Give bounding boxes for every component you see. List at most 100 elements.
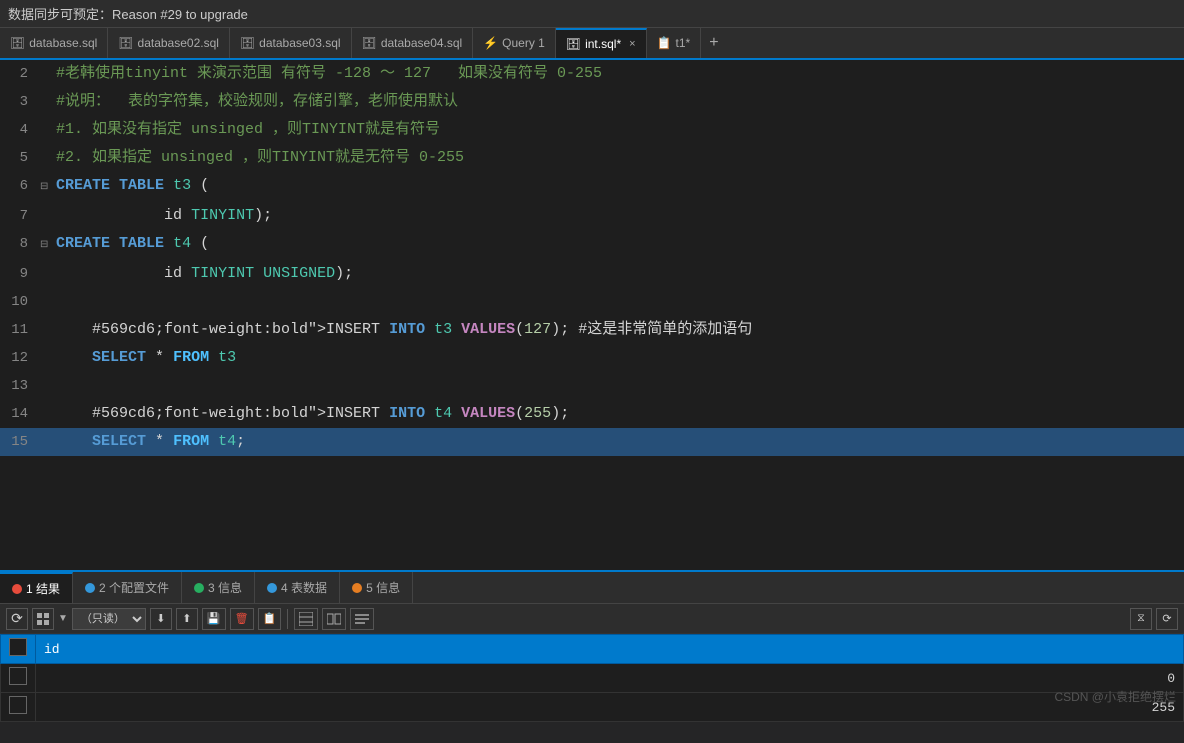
title-bar: 数据同步可预定：Reason #29 to upgrade [0, 0, 1184, 28]
result-tab-label: 3 信息 [208, 579, 242, 596]
result-tab-dot [85, 583, 95, 593]
line-content: #1. 如果没有指定 unsinged ，则TINYINT就是有符号 [54, 116, 1184, 144]
delete-btn[interactable]: 🗑 [230, 608, 254, 630]
import-btn[interactable]: ⬇ [150, 608, 172, 630]
tab-info-5[interactable]: 5 信息 [340, 572, 413, 603]
line-number: 3 [0, 88, 40, 116]
tab-label: database.sql [29, 36, 97, 50]
tab-database02-sql[interactable]: 🗄database02.sql [108, 28, 230, 58]
bottom-panel: 1 结果2 个配置文件3 信息4 表数据5 信息 ⟳ ▼ （只读） ⬇ ⬆ 💾 … [0, 570, 1184, 743]
watermark: CSDN @小袁拒绝摆烂 [1054, 688, 1176, 705]
result-tab-dot [267, 583, 277, 593]
result-tab-label: 2 个配置文件 [99, 579, 169, 596]
text-view-btn[interactable] [350, 608, 374, 630]
row-checkbox-0[interactable] [1, 664, 36, 693]
result-tab-bar: 1 结果 2 个配置文件 3 信息 4 表数据5 信息 [0, 572, 1184, 604]
tab-t1[interactable]: 📋t1* [647, 28, 702, 58]
tab-label: Query 1 [502, 36, 545, 50]
code-line-10: 10 [0, 288, 1184, 316]
line-content: #569cd6;font-weight:bold">INSERT INTO t3… [54, 316, 1184, 344]
form-view-btn[interactable] [322, 608, 346, 630]
code-line-4: 4 #1. 如果没有指定 unsinged ，则TINYINT就是有符号 [0, 116, 1184, 144]
line-content: #2. 如果指定 unsinged ，则TINYINT就是无符号 0-255 [54, 144, 1184, 172]
query-icon: ⚡ [483, 36, 498, 50]
tab-result-1[interactable]: 1 结果 [0, 572, 73, 603]
result-tab-dot [194, 583, 204, 593]
code-line-14: 14 #569cd6;font-weight:bold">INSERT INTO… [0, 400, 1184, 428]
line-number: 5 [0, 144, 40, 172]
column-header-1[interactable]: id [36, 635, 1184, 664]
tab-database03-sql[interactable]: 🗄 database03.sql [230, 28, 352, 58]
tab-int-sql[interactable]: 🗄 int.sql* × [556, 28, 647, 58]
fold-icon[interactable]: ⊟ [40, 232, 54, 260]
line-content: id TINYINT UNSIGNED); [54, 260, 1184, 288]
cell-id-1: 255 [36, 693, 1184, 722]
table-view-btn[interactable] [294, 608, 318, 630]
tab-close-button[interactable]: × [629, 38, 635, 50]
code-line-8: 8⊟CREATE TABLE t4 ( [0, 230, 1184, 260]
fold-icon[interactable]: ⊟ [40, 174, 54, 202]
tab-label: t1* [676, 36, 691, 50]
row-checkbox[interactable] [9, 667, 27, 685]
line-number: 9 [0, 260, 40, 288]
row-checkbox-1[interactable] [1, 693, 36, 722]
code-line-5: 5 #2. 如果指定 unsinged ，则TINYINT就是无符号 0-255 [0, 144, 1184, 172]
code-line-6: 6⊟CREATE TABLE t3 ( [0, 172, 1184, 202]
result-table: id0255 [0, 634, 1184, 722]
refresh2-btn[interactable]: ⟳ [1156, 608, 1178, 630]
tab-label: int.sql* [585, 37, 621, 51]
line-content: CREATE TABLE t4 ( [54, 230, 1184, 258]
table-row: 255 [1, 693, 1184, 722]
line-number: 12 [0, 344, 40, 372]
result-tab-dot [352, 583, 362, 593]
line-number: 7 [0, 202, 40, 230]
line-content: SELECT * FROM t3 [54, 344, 1184, 372]
line-number: 4 [0, 116, 40, 144]
tab-bar: 🗄database.sql🗄database02.sql🗄database03.… [0, 28, 1184, 60]
filter-btn[interactable]: ⧖ [1130, 608, 1152, 630]
db-icon: 🗄 [240, 36, 255, 50]
tab-table-4[interactable]: 4 表数据 [255, 572, 340, 603]
row-checkbox[interactable] [9, 696, 27, 714]
readonly-select[interactable]: （只读） [72, 608, 146, 630]
table-container: id0255 [0, 634, 1184, 722]
line-content: SELECT * FROM t4; [54, 428, 1184, 456]
table-row: 0 [1, 664, 1184, 693]
result-tab-dot [12, 584, 22, 594]
code-line-9: 9 id TINYINT UNSIGNED); [0, 260, 1184, 288]
code-line-3: 3 #说明： 表的字符集，校验规则，存储引擎，老师使用默认 [0, 88, 1184, 116]
export-btn[interactable]: ⬆ [176, 608, 198, 630]
tab-database04-sql[interactable]: 🗄 database04.sql [352, 28, 474, 58]
code-line-15: 15 SELECT * FROM t4; [0, 428, 1184, 456]
dropdown-arrow[interactable]: ▼ [58, 613, 68, 624]
code-line-12: 12 SELECT * FROM t3 [0, 344, 1184, 372]
result-tab-label: 1 结果 [26, 580, 60, 597]
tab-query1[interactable]: ⚡ Query 1 [473, 28, 556, 58]
tab-database-sql[interactable]: 🗄 database.sql [0, 28, 108, 58]
line-number: 2 [0, 60, 40, 88]
code-line-11: 11 #569cd6;font-weight:bold">INSERT INTO… [0, 316, 1184, 344]
tab-label: database03.sql [259, 36, 340, 50]
refresh-btn[interactable]: ⟳ [6, 608, 28, 630]
tab-label: database04.sql [381, 36, 462, 50]
column-header-0[interactable] [1, 635, 36, 664]
save-btn[interactable]: 💾 [202, 608, 226, 630]
code-line-13: 13 [0, 372, 1184, 400]
db-icon: 🗄 [118, 36, 133, 50]
db-icon: 🗄 [566, 37, 581, 51]
form-icon [327, 612, 341, 626]
grid-btn[interactable] [32, 608, 54, 630]
select-all-checkbox[interactable] [9, 638, 27, 656]
line-content: #569cd6;font-weight:bold">INSERT INTO t4… [54, 400, 1184, 428]
copy-btn[interactable]: 📋 [258, 608, 282, 630]
line-number: 6 [0, 172, 40, 200]
db-icon: 🗄 [362, 36, 377, 50]
tab-info-3[interactable]: 3 信息 [182, 572, 255, 603]
code-editor[interactable]: 2#老韩使用tinyint 来演示范围 有符号 -128 ～ 127 如果没有符… [0, 60, 1184, 570]
add-tab-button[interactable]: + [701, 28, 726, 58]
line-content: #说明： 表的字符集，校验规则，存储引擎，老师使用默认 [54, 88, 1184, 116]
line-number: 8 [0, 230, 40, 258]
db-icon: 🗄 [10, 36, 25, 50]
tab-config-2[interactable]: 2 个配置文件 [73, 572, 182, 603]
separator [287, 609, 288, 629]
